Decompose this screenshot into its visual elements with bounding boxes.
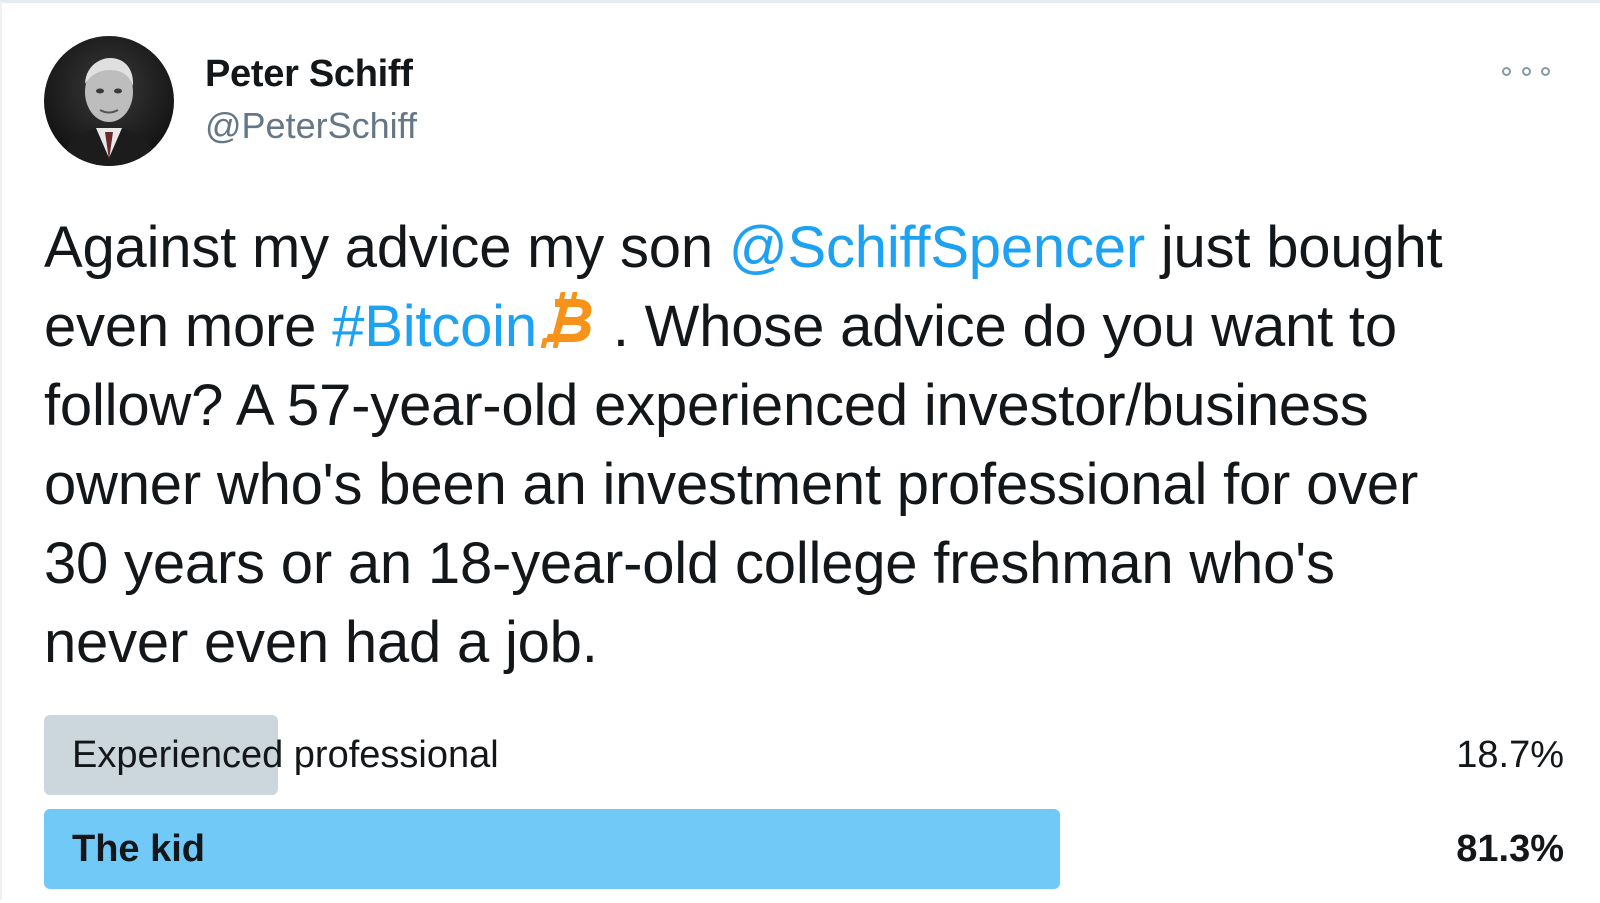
poll: Experienced professional 18.7% The kid 8…	[44, 715, 1564, 903]
tweet-line: even more #Bitcoin . Whose advice do you…	[44, 287, 1564, 366]
tweet-text-segment: even more	[44, 294, 333, 359]
author-handle[interactable]: @PeterSchiff	[205, 105, 417, 147]
mention-link[interactable]: @SchiffSpencer	[729, 215, 1145, 280]
author-name[interactable]: Peter Schiff	[205, 53, 413, 96]
avatar[interactable]	[44, 36, 174, 166]
poll-option-label: The kid	[72, 828, 206, 870]
poll-option-label: Experienced professional	[72, 734, 499, 776]
tweet-line: 30 years or an 18-year-old college fresh…	[44, 531, 1335, 596]
poll-option-experienced-professional[interactable]: Experienced professional 18.7%	[44, 715, 1564, 795]
bitcoin-icon	[540, 292, 592, 348]
poll-option-the-kid[interactable]: The kid 81.3%	[44, 809, 1564, 889]
tweet-line: never even had a job.	[44, 610, 598, 675]
tweet-card: Peter Schiff @PeterSchiff Against my adv…	[0, 0, 1600, 900]
poll-option-percent: 18.7%	[1456, 734, 1564, 776]
tweet-text-segment: just bought	[1144, 215, 1443, 280]
hashtag-link[interactable]: #Bitcoin	[332, 294, 537, 359]
tweet-text: Against my advice my son @SchiffSpencer …	[44, 208, 1564, 682]
tweet-line: follow? A 57-year-old experienced invest…	[44, 373, 1369, 438]
more-options-icon[interactable]	[1502, 61, 1550, 81]
tweet-text-segment: . Whose advice do you want to	[596, 294, 1397, 359]
person-portrait-icon	[44, 36, 174, 166]
tweet-line: Against my advice my son @SchiffSpencer …	[44, 208, 1564, 287]
poll-option-percent: 81.3%	[1456, 828, 1564, 870]
tweet-text-segment: Against my advice my son	[44, 215, 729, 280]
tweet-line: owner who's been an investment professio…	[44, 452, 1419, 517]
